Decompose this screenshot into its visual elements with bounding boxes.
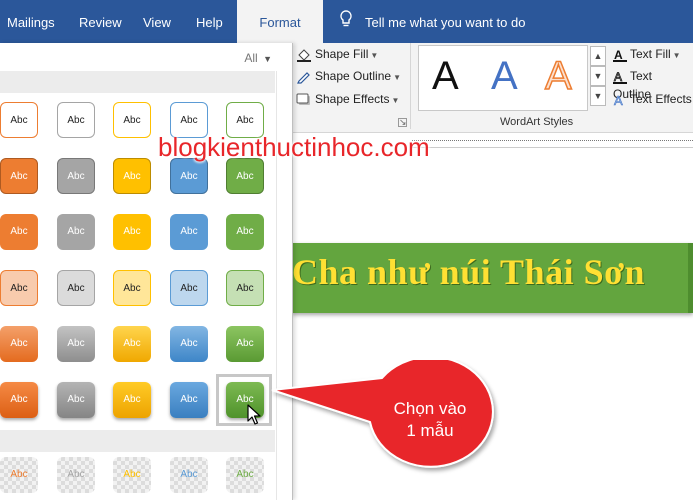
style-swatch[interactable]: Abc bbox=[226, 214, 264, 250]
text-fill-icon: A bbox=[613, 48, 627, 62]
svg-text:A: A bbox=[614, 48, 623, 62]
style-swatch[interactable]: Abc bbox=[0, 270, 38, 306]
svg-text:A: A bbox=[614, 93, 623, 107]
watermark-text: blogkienthuctinhoc.com bbox=[158, 132, 430, 162]
chevron-down-icon: ▼ bbox=[391, 96, 400, 105]
style-swatch[interactable]: Abc bbox=[170, 270, 208, 306]
style-swatch[interactable]: Abc bbox=[0, 158, 38, 194]
group-separator bbox=[410, 43, 411, 129]
paint-bucket-icon bbox=[296, 48, 312, 62]
style-swatch[interactable]: Abc bbox=[0, 457, 38, 493]
style-swatch[interactable]: Abc bbox=[226, 326, 264, 362]
style-swatch[interactable]: Abc bbox=[57, 158, 95, 194]
shape-fill-button[interactable]: Shape Fill ▼ bbox=[296, 45, 378, 63]
shape-effects-icon bbox=[296, 93, 312, 107]
style-swatch[interactable]: Abc bbox=[226, 158, 264, 194]
shape-style-gallery-panel: All ▼ Abc Abc Abc Abc Abc Abc Abc Abc Ab… bbox=[0, 43, 293, 500]
style-swatch[interactable]: Abc bbox=[57, 270, 95, 306]
style-swatch[interactable]: Abc bbox=[226, 270, 264, 306]
tab-format[interactable]: Format bbox=[237, 0, 323, 43]
style-swatch[interactable]: Abc bbox=[170, 214, 208, 250]
style-swatch[interactable]: Abc bbox=[57, 457, 95, 493]
tab-review[interactable]: Review bbox=[79, 0, 122, 43]
wordart-styles-gallery[interactable]: A A A bbox=[418, 45, 588, 111]
gallery-filter-dropdown[interactable]: All ▼ bbox=[244, 51, 272, 65]
wordart-shape[interactable]: Cha như núi Thái Sơn bbox=[292, 243, 693, 313]
wordart-text[interactable]: Cha như núi Thái Sơn bbox=[292, 251, 645, 293]
style-swatch[interactable]: Abc bbox=[170, 326, 208, 362]
style-swatch[interactable]: Abc bbox=[113, 102, 151, 138]
wordart-sample-orange-outline[interactable]: A bbox=[544, 53, 572, 99]
ruler-track bbox=[412, 140, 693, 141]
chevron-down-icon: ▼ bbox=[370, 51, 379, 60]
style-swatch[interactable]: Abc bbox=[113, 158, 151, 194]
tell-me-search[interactable]: Tell me what you want to do bbox=[339, 0, 525, 43]
shape-styles-launcher-icon[interactable]: ↘ bbox=[398, 118, 407, 127]
gallery-scroll-up-icon[interactable]: ▲ bbox=[590, 46, 606, 66]
chevron-down-icon: ▼ bbox=[672, 51, 681, 60]
horizontal-ruler[interactable] bbox=[412, 136, 693, 148]
text-fill-button[interactable]: A Text Fill ▼ bbox=[613, 45, 681, 63]
style-swatch[interactable]: Abc bbox=[113, 270, 151, 306]
wordart-sample-blue[interactable]: A bbox=[491, 54, 518, 99]
chevron-down-icon: ▼ bbox=[263, 54, 272, 64]
style-swatch[interactable]: Abc bbox=[0, 326, 38, 362]
gallery-more-icon[interactable]: ▼ bbox=[590, 86, 606, 106]
style-swatch[interactable]: Abc bbox=[226, 457, 264, 493]
wordart-styles-group-label: WordArt Styles bbox=[500, 116, 574, 128]
shape-effects-button[interactable]: Shape Effects ▼ bbox=[296, 90, 399, 108]
lightbulb-icon bbox=[339, 1, 355, 47]
style-swatch[interactable]: Abc bbox=[113, 457, 151, 493]
style-swatch[interactable]: Abc bbox=[170, 457, 208, 493]
tell-me-text: Tell me what you want to do bbox=[365, 15, 526, 30]
shape-outline-button[interactable]: Shape Outline ▼ bbox=[296, 67, 401, 85]
gallery-section-header bbox=[0, 430, 275, 452]
chevron-down-icon: ▼ bbox=[393, 73, 401, 82]
style-swatch[interactable]: Abc bbox=[113, 214, 151, 250]
style-swatch[interactable]: Abc bbox=[57, 214, 95, 250]
svg-text:A: A bbox=[614, 70, 622, 84]
gallery-scroll-down-icon[interactable]: ▼ bbox=[590, 66, 606, 86]
swatch-hover-highlight bbox=[216, 374, 272, 426]
text-outline-icon: A bbox=[613, 69, 627, 84]
mouse-cursor-icon bbox=[247, 404, 261, 425]
gallery-header: All ▼ bbox=[0, 43, 292, 69]
style-swatch[interactable]: Abc bbox=[0, 102, 38, 138]
style-swatch[interactable]: Abc bbox=[170, 158, 208, 194]
text-effects-icon: A bbox=[613, 93, 627, 109]
style-swatch[interactable]: Abc bbox=[57, 382, 95, 418]
callout-text: Chọn vào 1 mẫu bbox=[393, 399, 467, 440]
style-swatch[interactable]: Abc bbox=[57, 102, 95, 138]
tab-view[interactable]: View bbox=[143, 0, 171, 43]
style-swatch[interactable]: Abc bbox=[113, 382, 151, 418]
style-swatch[interactable]: Abc bbox=[57, 326, 95, 362]
pencil-icon bbox=[296, 70, 312, 84]
text-effects-button[interactable]: A Text Effects bbox=[613, 90, 692, 108]
gallery-section-header bbox=[0, 71, 275, 93]
style-swatch[interactable]: Abc bbox=[113, 326, 151, 362]
tab-mailings[interactable]: Mailings bbox=[7, 0, 55, 43]
ribbon-tab-bar: Mailings Review View Help Format Tell me… bbox=[0, 0, 693, 43]
text-outline-button[interactable]: A Text Outline bbox=[613, 67, 693, 101]
style-swatch[interactable]: Abc bbox=[0, 214, 38, 250]
tab-help[interactable]: Help bbox=[196, 0, 223, 43]
style-swatch[interactable]: Abc bbox=[0, 382, 38, 418]
style-swatch[interactable]: Abc bbox=[170, 382, 208, 418]
wordart-sample-black[interactable]: A bbox=[432, 54, 459, 99]
